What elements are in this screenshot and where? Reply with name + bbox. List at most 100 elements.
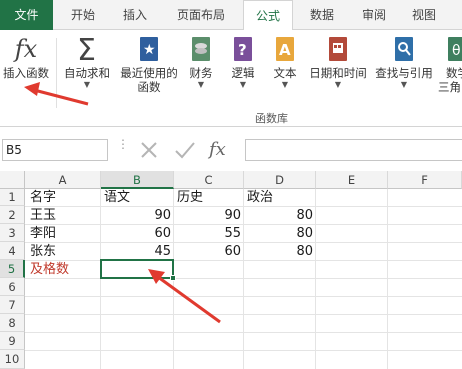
- worksheet-grid[interactable]: A B C D E F 1 2 3 4 5 6 7 8 9 10 名字 语文 历…: [0, 171, 462, 369]
- column-header-d[interactable]: D: [244, 171, 316, 189]
- gridline: [25, 332, 462, 333]
- chevron-down-icon: ▼: [83, 80, 91, 89]
- row-header-2[interactable]: 2: [0, 206, 25, 224]
- math-trig-label: 数学: [446, 66, 462, 80]
- cell-c1[interactable]: 历史: [177, 189, 203, 206]
- cell-c4[interactable]: 60: [174, 243, 241, 260]
- logical-label: 逻辑: [231, 66, 255, 80]
- tab-formulas[interactable]: 公式: [243, 0, 293, 31]
- ribbon-tab-bar: 文件 开始 插入 页面布局 公式 数据 审阅 视图: [0, 0, 462, 31]
- svg-text:?: ?: [238, 41, 247, 59]
- text-book-icon: A: [276, 37, 294, 61]
- chevron-down-icon: ▼: [281, 80, 289, 89]
- column-header-b[interactable]: B: [101, 171, 174, 189]
- fx-icon: fx: [14, 35, 38, 63]
- chevron-down-icon: ▼: [239, 80, 247, 89]
- fill-handle[interactable]: [170, 275, 176, 281]
- cell-b2[interactable]: 90: [101, 207, 171, 224]
- enter-check-icon[interactable]: [172, 138, 198, 162]
- cell-c2[interactable]: 90: [174, 207, 241, 224]
- gridline: [315, 189, 316, 369]
- row-header-6[interactable]: 6: [0, 278, 25, 296]
- magnifier-book-icon: [395, 37, 413, 61]
- cell-d3[interactable]: 80: [244, 225, 313, 242]
- chevron-down-icon: ▼: [197, 80, 205, 89]
- svg-text:A: A: [279, 41, 291, 59]
- column-header-a[interactable]: A: [25, 171, 101, 189]
- cell-a1[interactable]: 名字: [30, 189, 56, 206]
- column-header-e[interactable]: E: [316, 171, 388, 189]
- sigma-icon: Σ: [77, 34, 96, 64]
- row-header-9[interactable]: 9: [0, 332, 25, 350]
- cell-b1[interactable]: 语文: [104, 189, 130, 206]
- cell-c3[interactable]: 55: [174, 225, 241, 242]
- gridline: [25, 278, 462, 279]
- cell-a3[interactable]: 李阳: [30, 225, 56, 242]
- lookup-reference-label: 查找与引用: [375, 66, 433, 80]
- tab-view[interactable]: 视图: [402, 0, 446, 30]
- lookup-reference-button[interactable]: 查找与引用 ▼: [371, 34, 437, 90]
- date-time-label: 日期和时间: [309, 66, 367, 80]
- math-trig-button[interactable]: θ 数学 三角: [438, 34, 462, 94]
- question-book-icon: ?: [234, 37, 252, 61]
- ribbon-formulas: fx 插入函数 Σ 自动求和 ▼ ★ 最近使用的 函数 财务 ▼ ? 逻辑 ▼ …: [0, 30, 462, 127]
- theta-book-icon: θ: [448, 37, 462, 61]
- gridline: [387, 189, 388, 369]
- formula-input[interactable]: [245, 139, 462, 161]
- cell-d1[interactable]: 政治: [247, 189, 273, 206]
- cell-b3[interactable]: 60: [101, 225, 171, 242]
- column-header-c[interactable]: C: [174, 171, 244, 189]
- autosum-button[interactable]: Σ 自动求和 ▼: [60, 34, 114, 90]
- date-time-button[interactable]: 日期和时间 ▼: [305, 34, 371, 90]
- recently-used-button[interactable]: ★ 最近使用的 函数: [116, 34, 182, 94]
- function-library-group-label: 函数库: [255, 112, 288, 125]
- star-book-icon: ★: [140, 37, 158, 61]
- row-header-1[interactable]: 1: [0, 189, 25, 206]
- tab-insert[interactable]: 插入: [112, 0, 158, 30]
- row-header-4[interactable]: 4: [0, 242, 25, 260]
- cell-d2[interactable]: 80: [244, 207, 313, 224]
- cell-b4[interactable]: 45: [101, 243, 171, 260]
- cancel-icon[interactable]: [137, 138, 161, 162]
- row-header-3[interactable]: 3: [0, 224, 25, 242]
- calendar-book-icon: [329, 37, 347, 61]
- text-button[interactable]: A 文本 ▼: [268, 34, 302, 90]
- cell-a5[interactable]: 及格数: [30, 261, 69, 278]
- svg-text:Σ: Σ: [77, 34, 96, 64]
- coins-book-icon: [192, 37, 210, 61]
- row-header-7[interactable]: 7: [0, 296, 25, 314]
- tab-page-layout[interactable]: 页面布局: [166, 0, 236, 30]
- column-header-f[interactable]: F: [388, 171, 462, 189]
- autosum-label: 自动求和: [64, 66, 110, 80]
- tab-review[interactable]: 审阅: [352, 0, 396, 30]
- chevron-down-icon: ▼: [400, 80, 408, 89]
- insert-function-label: 插入函数: [3, 66, 49, 80]
- name-box[interactable]: B5: [2, 139, 108, 161]
- gridline: [25, 350, 462, 351]
- row-header-8[interactable]: 8: [0, 314, 25, 332]
- splitter-dots-icon[interactable]: ⋮: [117, 138, 129, 159]
- gridline: [25, 260, 462, 261]
- select-all-corner[interactable]: [0, 171, 25, 189]
- math-trig-label2: 三角: [438, 80, 461, 94]
- tab-home[interactable]: 开始: [60, 0, 106, 30]
- active-cell-b5[interactable]: [100, 259, 174, 279]
- cell-a2[interactable]: 王玉: [30, 207, 56, 224]
- cell-a4[interactable]: 张东: [30, 243, 56, 260]
- svg-text:θ: θ: [452, 43, 461, 59]
- insert-function-button[interactable]: fx 插入函数: [0, 34, 52, 80]
- financial-label: 财务: [189, 66, 213, 80]
- tab-file[interactable]: 文件: [0, 0, 53, 30]
- tab-data[interactable]: 数据: [300, 0, 344, 30]
- row-header-10[interactable]: 10: [0, 350, 25, 369]
- formula-bar: B5 ⋮ fx: [0, 133, 462, 167]
- svg-text:★: ★: [143, 42, 156, 58]
- insert-function-fx-button[interactable]: fx: [209, 138, 239, 162]
- ribbon-separator: [56, 38, 57, 108]
- gridline: [25, 314, 462, 315]
- cell-d4[interactable]: 80: [244, 243, 313, 260]
- financial-button[interactable]: 财务 ▼: [184, 34, 218, 90]
- row-header-5[interactable]: 5: [0, 260, 25, 278]
- gridline: [25, 296, 462, 297]
- logical-button[interactable]: ? 逻辑 ▼: [226, 34, 260, 90]
